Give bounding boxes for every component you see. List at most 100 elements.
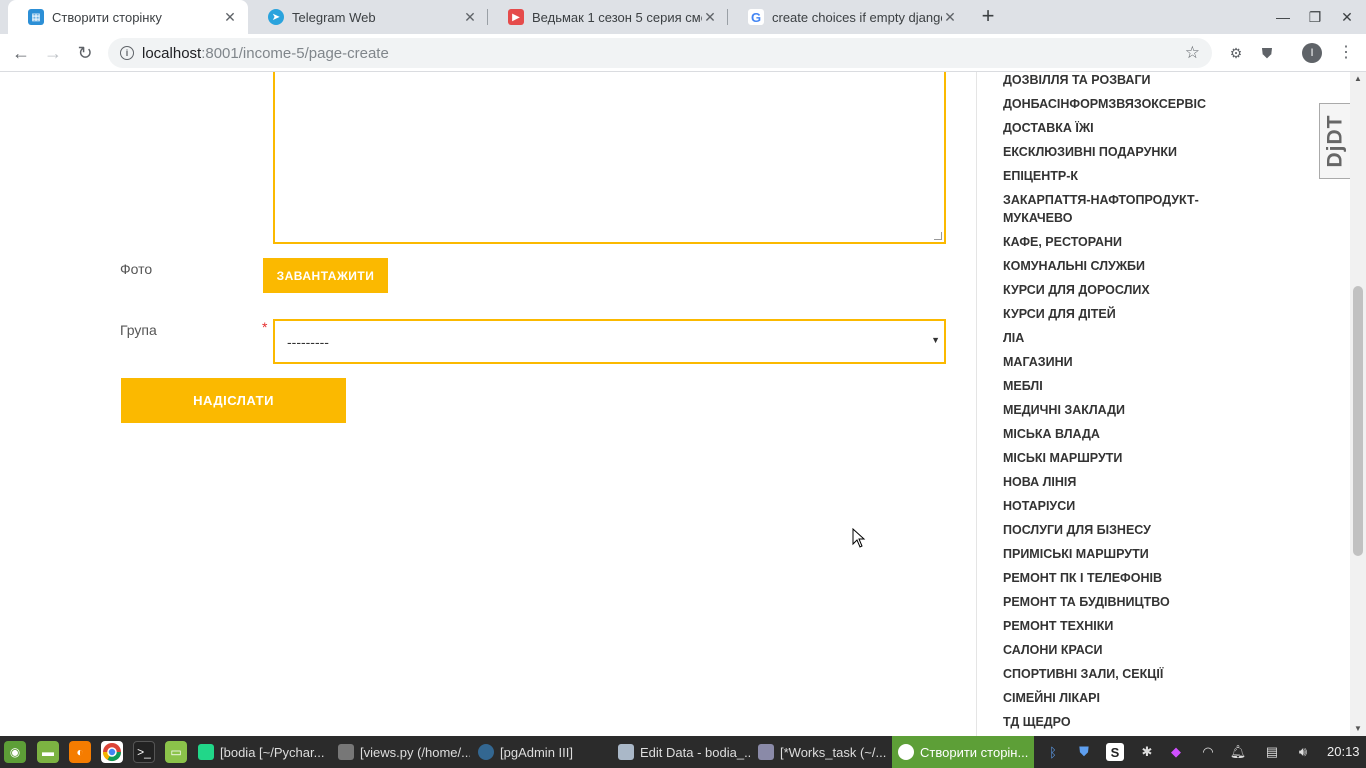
category-link[interactable]: ТД ЩЕДРО	[1003, 713, 1203, 731]
category-link[interactable]: ДОСТАВКА ЇЖІ	[1003, 119, 1203, 137]
browser-menu-icon[interactable]: ⋮	[1338, 43, 1354, 63]
category-link[interactable]: СПОРТИВНІ ЗАЛИ, СЕКЦІЇ	[1003, 665, 1203, 683]
scrollbar-thumb[interactable]	[1353, 286, 1363, 556]
show-desktop-icon[interactable]: ▬	[37, 741, 59, 763]
category-link[interactable]: ЕКСКЛЮЗИВНІ ПОДАРУНКИ	[1003, 143, 1203, 161]
category-link[interactable]: ДОЗВІЛЛЯ ТА РОЗВАГИ	[1003, 72, 1203, 89]
category-link[interactable]: МЕБЛІ	[1003, 377, 1203, 395]
url-host: localhost	[142, 44, 202, 62]
category-link[interactable]: ЗАКАРПАТТЯ-НАФТОПРОДУКТ-МУКАЧЕВО	[1003, 191, 1203, 227]
address-bar[interactable]: i localhost:8001/income-5/page-create ☆	[108, 38, 1212, 68]
table-grid-icon	[618, 744, 634, 760]
minimize-window-icon[interactable]: —	[1267, 0, 1299, 34]
group-select-value: ---------	[287, 333, 329, 350]
category-link[interactable]: ПОСЛУГИ ДЛЯ БІЗНЕСУ	[1003, 521, 1203, 539]
category-link[interactable]: САЛОНИ КРАСИ	[1003, 641, 1203, 659]
taskbar-item-works-task[interactable]: [*Works_task (~/...	[752, 736, 890, 768]
category-link[interactable]: СІМЕЙНІ ЛІКАРІ	[1003, 689, 1203, 707]
shield-extension-icon[interactable]: ⛊	[1257, 43, 1277, 63]
category-link[interactable]: МЕДИЧНІ ЗАКЛАДИ	[1003, 401, 1203, 419]
close-tab-icon[interactable]: ✕	[702, 9, 718, 26]
video-site-icon: ▶	[508, 9, 524, 25]
category-link[interactable]: ПРИМІСЬКІ МАРШРУТИ	[1003, 545, 1203, 563]
taskbar-item-pycharm[interactable]: [bodia [~/Pychar...	[192, 736, 330, 768]
firefox-icon[interactable]: ◐	[69, 741, 91, 763]
category-link[interactable]: МІСЬКІ МАРШРУТИ	[1003, 449, 1203, 467]
document-icon	[758, 744, 774, 760]
telegram-icon: ➤	[268, 9, 284, 25]
site-info-icon[interactable]: i	[120, 46, 134, 60]
page-scrollbar[interactable]: ▲ ▼	[1350, 72, 1366, 736]
category-link[interactable]: НОТАРІУСИ	[1003, 497, 1203, 515]
mint-menu-icon[interactable]: ◉	[4, 741, 26, 763]
taskbar-item-label: [views.py (/home/...	[360, 744, 470, 760]
taskbar-item-pgadmin[interactable]: [pgAdmin III]	[472, 736, 610, 768]
mouse-pointer-icon	[852, 528, 866, 548]
category-link[interactable]: КУРСИ ДЛЯ ДІТЕЙ	[1003, 305, 1203, 323]
os-taskbar: ◉ ▬ ◐ >_ ▭ [bodia [~/Pychar... [views.py…	[0, 736, 1366, 768]
category-link[interactable]: МАГАЗИНИ	[1003, 353, 1203, 371]
pycharm-icon	[198, 744, 214, 760]
taskbar-item-chrome-active[interactable]: Створити сторін...	[892, 736, 1034, 768]
bluetooth-icon[interactable]: ᛒ	[1044, 743, 1062, 761]
slack-icon[interactable]: ✱	[1138, 743, 1156, 761]
clipboard-icon[interactable]: ▤	[1263, 743, 1281, 761]
category-link[interactable]: КАФЕ, РЕСТОРАНИ	[1003, 233, 1203, 251]
terminal-icon[interactable]: >_	[133, 741, 155, 763]
group-label: Група	[120, 322, 157, 338]
bookmark-star-icon[interactable]: ☆	[1185, 43, 1200, 63]
taskbar-clock[interactable]: 20:13	[1327, 736, 1360, 768]
close-tab-icon[interactable]: ✕	[222, 9, 238, 26]
tab-google-search[interactable]: G create choices if empty django ✕	[728, 0, 968, 34]
category-link[interactable]: РЕМОНТ ТА БУДІВНИЦТВО	[1003, 593, 1203, 611]
category-link[interactable]: РЕМОНТ ТЕХНІКИ	[1003, 617, 1203, 635]
close-tab-icon[interactable]: ✕	[462, 9, 478, 26]
profile-avatar[interactable]: I	[1302, 43, 1322, 63]
tab-telegram[interactable]: ➤ Telegram Web ✕	[248, 0, 488, 34]
shield-tray-icon[interactable]: ⛊	[1075, 743, 1093, 761]
jetbrains-toolbox-icon[interactable]: ◆	[1167, 743, 1185, 761]
extension-icon[interactable]: ⚙	[1226, 43, 1246, 63]
wifi-icon[interactable]: ◠	[1199, 743, 1217, 761]
category-link[interactable]: ЕПІЦЕНТР-К	[1003, 167, 1203, 185]
django-debug-toolbar-handle[interactable]: DjDT	[1319, 103, 1350, 179]
restore-window-icon[interactable]: ❐	[1299, 0, 1331, 34]
tab-create-page[interactable]: ▦ Створити сторінку ✕	[8, 0, 248, 34]
back-arrow-icon[interactable]: ←	[8, 40, 34, 66]
category-link[interactable]: РЕМОНТ ПК І ТЕЛЕФОНІВ	[1003, 569, 1203, 587]
category-link[interactable]: ДОНБАСІНФОРМЗВЯЗОКСЕРВІС	[1003, 95, 1206, 113]
category-link[interactable]: НОВА ЛІНІЯ	[1003, 473, 1203, 491]
taskbar-item-edit-data[interactable]: Edit Data - bodia_...	[612, 736, 750, 768]
close-window-icon[interactable]: ✕	[1331, 0, 1363, 34]
close-tab-icon[interactable]: ✕	[942, 9, 958, 26]
upload-button[interactable]: ЗАВАНТАЖИТИ	[263, 258, 388, 293]
category-link[interactable]: КУРСИ ДЛЯ ДОРОСЛИХ	[1003, 281, 1203, 299]
category-link[interactable]: МІСЬКА ВЛАДА	[1003, 425, 1203, 443]
taskbar-item-editor[interactable]: [views.py (/home/...	[332, 736, 470, 768]
files-folder-icon[interactable]: ▭	[165, 741, 187, 763]
category-link[interactable]: КОМУНАЛЬНІ СЛУЖБИ	[1003, 257, 1203, 275]
scroll-down-arrow-icon[interactable]: ▼	[1350, 722, 1366, 736]
notifications-bell-icon[interactable]: 🔔︎	[1229, 743, 1247, 761]
resize-handle-icon[interactable]	[934, 232, 942, 240]
reload-icon[interactable]: ↻	[72, 40, 98, 66]
forward-arrow-icon[interactable]: →	[40, 40, 66, 66]
submit-button[interactable]: НАДІСЛАТИ	[121, 378, 346, 423]
description-textarea[interactable]	[273, 72, 946, 244]
photo-label: Фото	[120, 261, 153, 277]
url-path: :8001/income-5/page-create	[201, 44, 389, 62]
chrome-icon[interactable]	[101, 741, 123, 763]
new-tab-button[interactable]: +	[976, 4, 1000, 28]
taskbar-item-label: Створити сторін...	[920, 744, 1029, 760]
group-select[interactable]: --------- ▼	[273, 319, 946, 364]
browser-toolbar: ← → ↻ i localhost:8001/income-5/page-cre…	[0, 34, 1366, 72]
skype-icon[interactable]: S	[1106, 743, 1124, 761]
tab-title: Telegram Web	[292, 9, 376, 25]
tab-witcher[interactable]: ▶ Ведьмак 1 сезон 5 серия смотр ✕	[488, 0, 728, 34]
category-link[interactable]: ЛІА	[1003, 329, 1203, 347]
page-viewport: Фото ЗАВАНТАЖИТИ Група * --------- ▼ НАД…	[0, 72, 1350, 736]
google-icon: G	[748, 9, 764, 25]
category-list: ДОЗВІЛЛЯ ТА РОЗВАГИ ДОНБАСІНФОРМЗВЯЗОКСЕ…	[1003, 72, 1206, 736]
volume-icon[interactable]: 🔊︎	[1294, 743, 1312, 761]
scroll-up-arrow-icon[interactable]: ▲	[1350, 72, 1366, 86]
